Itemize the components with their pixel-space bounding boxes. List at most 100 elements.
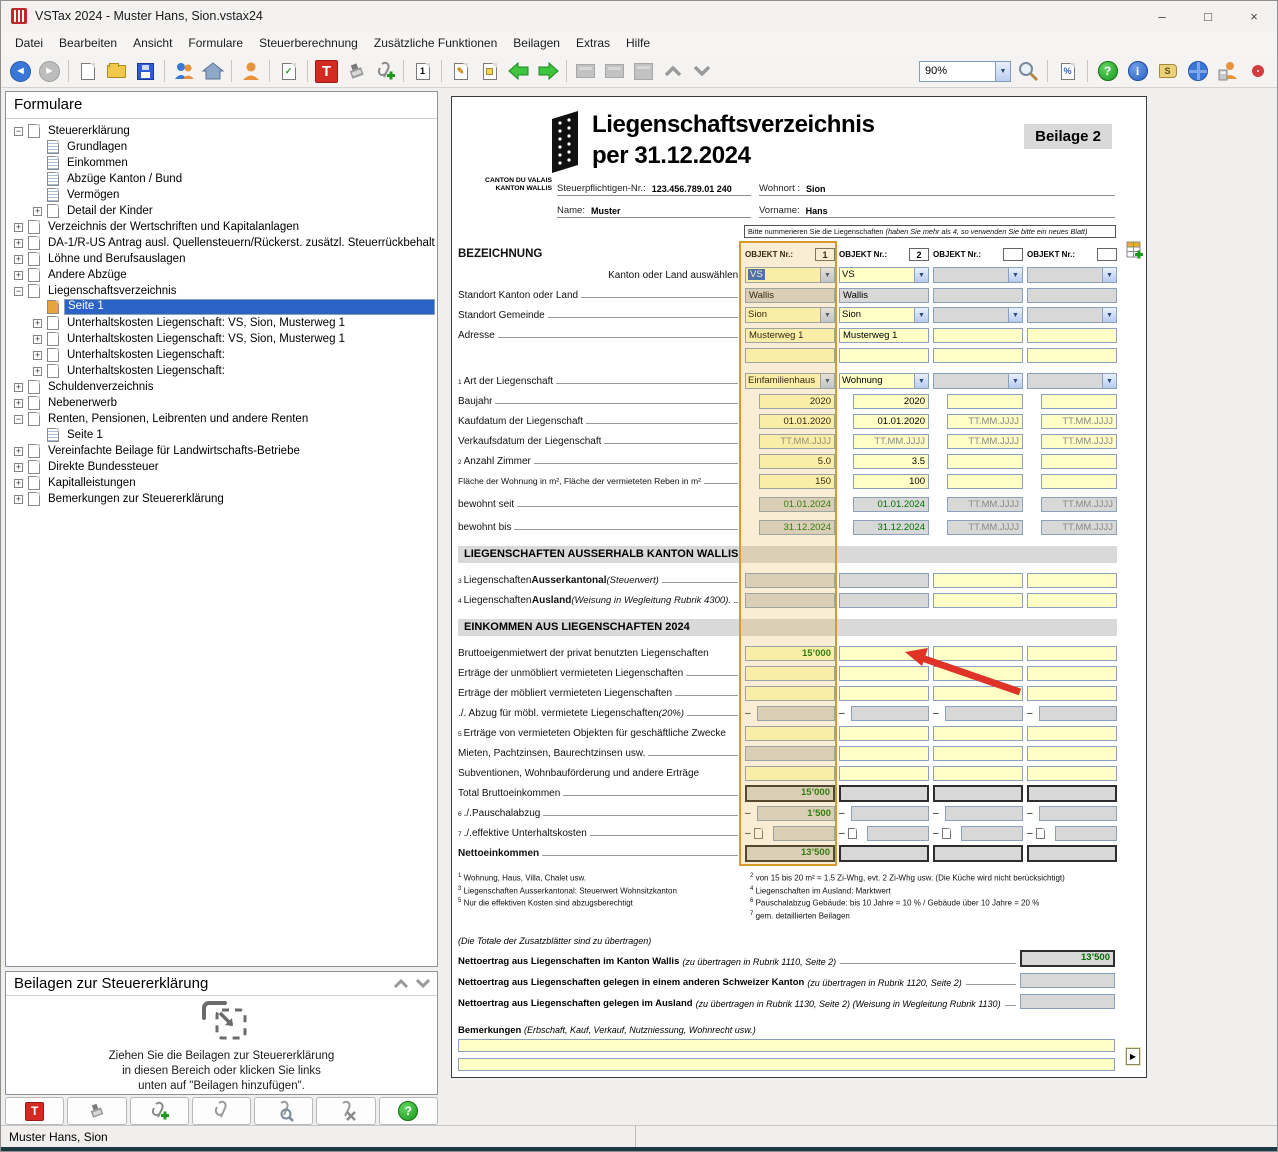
- select-standort-gemeinde-obj2[interactable]: Sion▼: [839, 307, 929, 323]
- field-adresse-obj2[interactable]: Musterweg 1: [839, 328, 929, 343]
- next-page-button[interactable]: ▶: [1126, 1048, 1140, 1065]
- attachment-button[interactable]: [192, 1097, 251, 1125]
- open-button[interactable]: [103, 58, 130, 85]
- tree-item-nebenerwerb[interactable]: +Nebenerwerb: [8, 395, 435, 411]
- field-subventionen-obj4[interactable]: [1027, 766, 1117, 781]
- tax-calculator-button[interactable]: [1214, 58, 1241, 85]
- tree-expander-expand-icon[interactable]: +: [14, 239, 23, 248]
- chevron-down-icon[interactable]: ▼: [914, 374, 928, 388]
- objekt-nr-box-4[interactable]: [1097, 248, 1117, 261]
- tree-expander-expand-icon[interactable]: +: [14, 223, 23, 232]
- tree-item-grundlagen[interactable]: Grundlagen: [8, 139, 435, 155]
- support-button[interactable]: [1244, 58, 1271, 85]
- add-attachment-button[interactable]: [130, 1097, 189, 1125]
- chevron-down-icon[interactable]: ▼: [820, 308, 834, 322]
- handbook-button[interactable]: S: [1154, 58, 1181, 85]
- select-standort-gemeinde-obj1[interactable]: Sion▼: [745, 307, 835, 323]
- tree-expander-expand-icon[interactable]: +: [33, 367, 42, 376]
- field-geschaeftliche-zwecke-obj3[interactable]: [933, 726, 1023, 741]
- field-ertraege-unmoebliert-obj3[interactable]: [933, 666, 1023, 681]
- field-ausserkantonal-obj4[interactable]: [1027, 573, 1117, 588]
- field-verkaufsdatum-obj4[interactable]: TT.MM.JJJJ: [1041, 434, 1117, 449]
- field-kaufdatum-obj4[interactable]: TT.MM.JJJJ: [1041, 414, 1117, 429]
- menu-datei[interactable]: Datei: [7, 33, 51, 53]
- field-kaufdatum-obj2[interactable]: 01.01.2020: [853, 414, 929, 429]
- field-kaufdatum-obj3[interactable]: TT.MM.JJJJ: [947, 414, 1023, 429]
- field-baujahr-obj1[interactable]: 2020: [759, 394, 835, 409]
- field-bruttoeigenmietwert-obj3[interactable]: [933, 646, 1023, 661]
- chevron-down-icon[interactable]: ▼: [914, 268, 928, 282]
- tree-item-unterhaltskosten-liegenschaft[interactable]: +Unterhaltskosten Liegenschaft:: [8, 347, 435, 363]
- tree-item-löhne-und-berufsauslagen[interactable]: +Löhne und Berufsauslagen: [8, 251, 435, 267]
- tree-item-kapitalleistungen[interactable]: +Kapitalleistungen: [8, 475, 435, 491]
- field-flaeche-obj2[interactable]: 100: [853, 474, 929, 489]
- field-anzahl-zimmer-obj2[interactable]: 3.5: [853, 454, 929, 469]
- tree-item-bemerkungen-zur-steuererklärung[interactable]: +Bemerkungen zur Steuererklärung: [8, 491, 435, 507]
- field-subventionen-obj2[interactable]: [839, 766, 929, 781]
- field-subventionen-obj1[interactable]: [745, 766, 835, 781]
- prev-form-button[interactable]: [505, 58, 532, 85]
- info-button[interactable]: i: [1124, 58, 1151, 85]
- field-adresse-zeile2-obj3[interactable]: [933, 348, 1023, 363]
- tree-expander-expand-icon[interactable]: +: [14, 383, 23, 392]
- field-anzahl-zimmer-obj1[interactable]: 5.0: [759, 454, 835, 469]
- field-ertraege-unmoebliert-obj4[interactable]: [1027, 666, 1117, 681]
- field-baujahr-obj4[interactable]: [1041, 394, 1117, 409]
- field-adresse-obj1[interactable]: Musterweg 1: [745, 328, 835, 343]
- field-ertraege-moebliert-obj3[interactable]: [933, 686, 1023, 701]
- add-object-button[interactable]: [1126, 241, 1143, 266]
- tree-expander-expand-icon[interactable]: +: [33, 319, 42, 328]
- menu-steuerberechnung[interactable]: Steuerberechnung: [251, 33, 366, 53]
- next-form-button[interactable]: [534, 58, 561, 85]
- tree-item-direkte-bundessteuer[interactable]: +Direkte Bundessteuer: [8, 459, 435, 475]
- detail-document-icon[interactable]: [942, 828, 951, 839]
- field-ertraege-unmoebliert-obj1[interactable]: [745, 666, 835, 681]
- tree-expander-expand-icon[interactable]: +: [14, 463, 23, 472]
- tree-item-renten-pensionen-leibrenten-und-andere-ren[interactable]: −Renten, Pensionen, Leibrenten und ander…: [8, 411, 435, 427]
- field-verkaufsdatum-obj2[interactable]: TT.MM.JJJJ: [853, 434, 929, 449]
- home-button[interactable]: [199, 58, 226, 85]
- tree-item-liegenschaftsverzeichnis[interactable]: −Liegenschaftsverzeichnis: [8, 283, 435, 299]
- vstax-transfer-button[interactable]: T: [313, 58, 340, 85]
- vstax-button[interactable]: T: [5, 1097, 64, 1125]
- clients-button[interactable]: [170, 58, 197, 85]
- field-ertraege-moebliert-obj4[interactable]: [1027, 686, 1117, 701]
- menu-extras[interactable]: Extras: [568, 33, 618, 53]
- add-attachment-button[interactable]: [371, 58, 398, 85]
- menu-beilagen[interactable]: Beilagen: [505, 33, 568, 53]
- scale-button[interactable]: %: [1054, 58, 1081, 85]
- field-baujahr-obj3[interactable]: [947, 394, 1023, 409]
- field-mieten-pachtzinsen-obj2[interactable]: [839, 746, 929, 761]
- maximize-button[interactable]: □: [1185, 1, 1231, 31]
- field-anzahl-zimmer-obj4[interactable]: [1041, 454, 1117, 469]
- tree-item-abzüge-kanton-bund[interactable]: Abzüge Kanton / Bund: [8, 171, 435, 187]
- view-attachment-button[interactable]: [254, 1097, 313, 1125]
- menu-bearbeiten[interactable]: Bearbeiten: [51, 33, 125, 53]
- field-ausland-obj3[interactable]: [933, 593, 1023, 608]
- remove-attachment-button[interactable]: [316, 1097, 375, 1125]
- field-ausland-obj4[interactable]: [1027, 593, 1117, 608]
- detail-document-icon[interactable]: [1036, 828, 1045, 839]
- chevron-down-icon[interactable]: ▼: [820, 268, 834, 282]
- field-adresse-obj4[interactable]: [1027, 328, 1117, 343]
- tree-item-seite-1[interactable]: Seite 1: [8, 299, 435, 315]
- field-anzahl-zimmer-obj3[interactable]: [947, 454, 1023, 469]
- tree-item-unterhaltskosten-liegenschaft-vs-sion-must[interactable]: +Unterhaltskosten Liegenschaft: VS, Sion…: [8, 315, 435, 331]
- field-bruttoeigenmietwert-obj4[interactable]: [1027, 646, 1117, 661]
- tree-item-einkommen[interactable]: Einkommen: [8, 155, 435, 171]
- tree-item-verzeichnis-der-wertschriften-und-kapitala[interactable]: +Verzeichnis der Wertschriften und Kapit…: [8, 219, 435, 235]
- tree-expander-expand-icon[interactable]: +: [33, 207, 42, 216]
- field-geschaeftliche-zwecke-obj2[interactable]: [839, 726, 929, 741]
- attachment-drop-zone[interactable]: Ziehen Sie die Beilagen zur Steuererklär…: [6, 996, 437, 1094]
- field-bruttoeigenmietwert-obj1[interactable]: 15’000: [745, 646, 835, 661]
- field-verkaufsdatum-obj1[interactable]: TT.MM.JJJJ: [759, 434, 835, 449]
- field-geschaeftliche-zwecke-obj4[interactable]: [1027, 726, 1117, 741]
- select-art-der-liegenschaft-obj2[interactable]: Wohnung▼: [839, 373, 929, 389]
- save-button[interactable]: [132, 58, 159, 85]
- objekt-nr-box-3[interactable]: [1003, 248, 1023, 261]
- tree-expander-collapse-icon[interactable]: −: [14, 127, 23, 136]
- edit-form-button[interactable]: ✎: [447, 58, 474, 85]
- stamp-button[interactable]: [67, 1097, 126, 1125]
- field-mieten-pachtzinsen-obj4[interactable]: [1027, 746, 1117, 761]
- chevron-down-icon[interactable]: ▼: [820, 374, 834, 388]
